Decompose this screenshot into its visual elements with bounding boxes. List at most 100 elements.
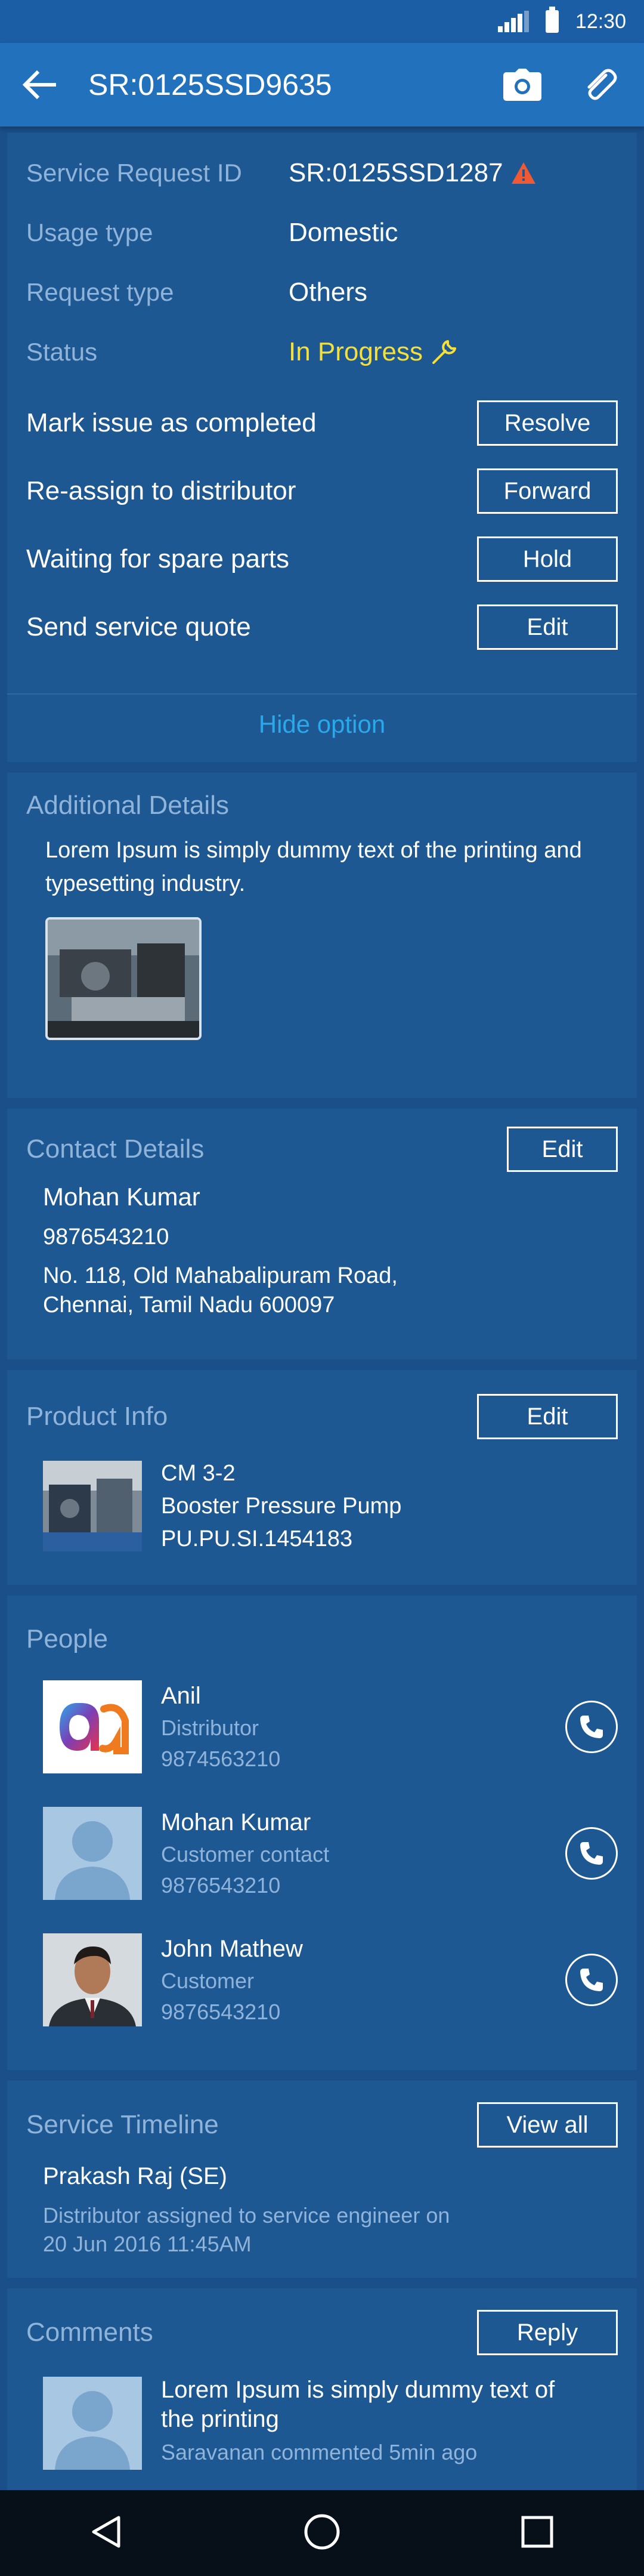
- nav-back-button[interactable]: [89, 2514, 125, 2553]
- circle-home-icon: [304, 2514, 340, 2549]
- person-row: Mohan Kumar Customer contact 9876543210: [43, 1807, 618, 1900]
- phone-icon: [580, 1969, 603, 1991]
- request-card: Service Request ID SR:0125SSD1287 Usage …: [7, 132, 637, 762]
- additional-text: Lorem Ipsum is simply dummy text of the …: [45, 838, 582, 896]
- action-resolve-row: Mark issue as completed Resolve: [26, 389, 618, 457]
- edit-contact-button[interactable]: Edit: [507, 1127, 618, 1172]
- forward-button[interactable]: Forward: [477, 468, 618, 514]
- default-avatar-icon: [55, 2391, 130, 2470]
- additional-details-card: Additional Details Lorem Ipsum is simply…: [7, 773, 637, 1098]
- avatar: [43, 2377, 142, 2470]
- page-title: SR:0125SSD9635: [88, 68, 332, 101]
- product-info-card: Product Info Edit CM 3-2 Booster Pressur…: [7, 1370, 637, 1585]
- avatar: [43, 1933, 142, 2026]
- back-button[interactable]: [20, 66, 58, 104]
- warning-icon: [511, 162, 535, 184]
- view-all-button[interactable]: View all: [477, 2102, 618, 2148]
- person-name: John Mathew: [161, 1935, 303, 1962]
- field-request-id: Service Request ID SR:0125SSD1287: [26, 143, 618, 203]
- product-code: PU.PU.SI.1454183: [161, 1526, 353, 1551]
- person-role: Customer: [161, 1968, 255, 1993]
- person-role: Distributor: [161, 1715, 259, 1740]
- timeline-event-line1: Distributor assigned to service engineer…: [43, 2203, 450, 2228]
- person-row: Anil Distributor 9874563210: [43, 1680, 618, 1773]
- camera-button[interactable]: [499, 61, 546, 109]
- status-bar: 12:30: [0, 0, 644, 43]
- square-recents-icon: [521, 2516, 553, 2547]
- field-request-type: Request type Others: [26, 263, 618, 322]
- person-name: Mohan Kumar: [161, 1809, 311, 1835]
- service-timeline-card: Service Timeline View all Prakash Raj (S…: [7, 2081, 637, 2278]
- app-bar: SR:0125SSD9635: [0, 43, 644, 127]
- action-quote-row: Send service quote Edit: [26, 593, 618, 661]
- comments-card: Comments Reply Lorem Ipsum is simply dum…: [7, 2288, 637, 2515]
- paperclip-icon: [587, 69, 617, 100]
- timeline-event-line2: 20 Jun 2016 11:45AM: [43, 2232, 252, 2256]
- status-time: 12:30: [575, 10, 626, 33]
- person-phone: 9876543210: [161, 1872, 281, 1898]
- person-photo: [43, 1933, 142, 2026]
- contact-phone[interactable]: 9876543210: [43, 1224, 618, 1250]
- action-label: Mark issue as completed: [26, 408, 317, 437]
- call-button[interactable]: [565, 1954, 618, 2006]
- arrow-left-icon: [23, 70, 56, 99]
- field-value: Domestic: [289, 218, 398, 247]
- comment-text-line1: Lorem Ipsum is simply dummy text of: [161, 2377, 555, 2403]
- action-label: Send service quote: [26, 612, 251, 641]
- field-label: Status: [26, 338, 98, 366]
- product-model: CM 3-2: [161, 1461, 236, 1486]
- product-image: [43, 1461, 142, 1551]
- contact-name: Mohan Kumar: [43, 1183, 200, 1211]
- section-title: Service Timeline: [26, 2110, 219, 2139]
- hide-option-link[interactable]: Hide option: [7, 695, 637, 754]
- field-label: Service Request ID: [26, 159, 242, 187]
- phone-icon: [580, 1842, 603, 1865]
- avatar: [43, 1680, 142, 1773]
- phone-icon: [580, 1716, 603, 1738]
- distributor-logo: [60, 1703, 129, 1754]
- signal-icon: [497, 11, 529, 32]
- triangle-back-icon: [92, 2516, 120, 2547]
- section-title: People: [26, 1624, 109, 1653]
- field-status: Status In Progress: [26, 322, 618, 382]
- field-usage-type: Usage type Domestic: [26, 203, 618, 263]
- person-row: John Mathew Customer 9876543210: [43, 1933, 618, 2026]
- person-phone: 9874563210: [161, 1746, 281, 1771]
- field-label: Request type: [26, 278, 174, 306]
- avatar: [43, 1807, 142, 1900]
- action-label: Waiting for spare parts: [26, 544, 289, 573]
- call-button[interactable]: [565, 1827, 618, 1880]
- section-title: Contact Details: [26, 1134, 205, 1164]
- action-hold-row: Waiting for spare parts Hold: [26, 525, 618, 593]
- contact-details-card: Contact Details Edit Mohan Kumar 9876543…: [7, 1109, 637, 1359]
- field-value: SR:0125SSD1287: [289, 158, 503, 187]
- hold-button[interactable]: Hold: [477, 536, 618, 582]
- call-button[interactable]: [565, 1701, 618, 1753]
- attachment-thumbnail[interactable]: [45, 917, 202, 1040]
- wrench-icon: [432, 340, 456, 364]
- field-label: Usage type: [26, 218, 153, 246]
- navigation-bar: [0, 2490, 644, 2576]
- camera-icon: [503, 69, 541, 101]
- timeline-person: Prakash Raj (SE): [43, 2163, 227, 2189]
- reply-button[interactable]: Reply: [477, 2310, 618, 2355]
- battery-icon: [545, 7, 559, 33]
- comment-item: Lorem Ipsum is simply dummy text of the …: [43, 2377, 618, 2470]
- nav-home-button[interactable]: [303, 2513, 341, 2554]
- section-title: Comments: [26, 2318, 153, 2347]
- nav-recents-button[interactable]: [519, 2514, 555, 2553]
- default-avatar-icon: [55, 1821, 130, 1900]
- machine-photo: [48, 920, 199, 1038]
- field-value: Others: [289, 277, 368, 307]
- product-name: Booster Pressure Pump: [161, 1494, 402, 1519]
- section-title: Additional Details: [26, 791, 229, 820]
- resolve-button[interactable]: Resolve: [477, 400, 618, 446]
- attach-button[interactable]: [576, 61, 624, 109]
- edit-product-button[interactable]: Edit: [477, 1394, 618, 1439]
- person-role: Customer contact: [161, 1841, 330, 1867]
- person-phone: 9876543210: [161, 1999, 281, 2024]
- comment-text-line2: the printing: [161, 2406, 279, 2432]
- contact-address-line1: No. 118, Old Mahabalipuram Road,: [43, 1263, 398, 1288]
- section-title: Product Info: [26, 1402, 168, 1431]
- edit-quote-button[interactable]: Edit: [477, 604, 618, 650]
